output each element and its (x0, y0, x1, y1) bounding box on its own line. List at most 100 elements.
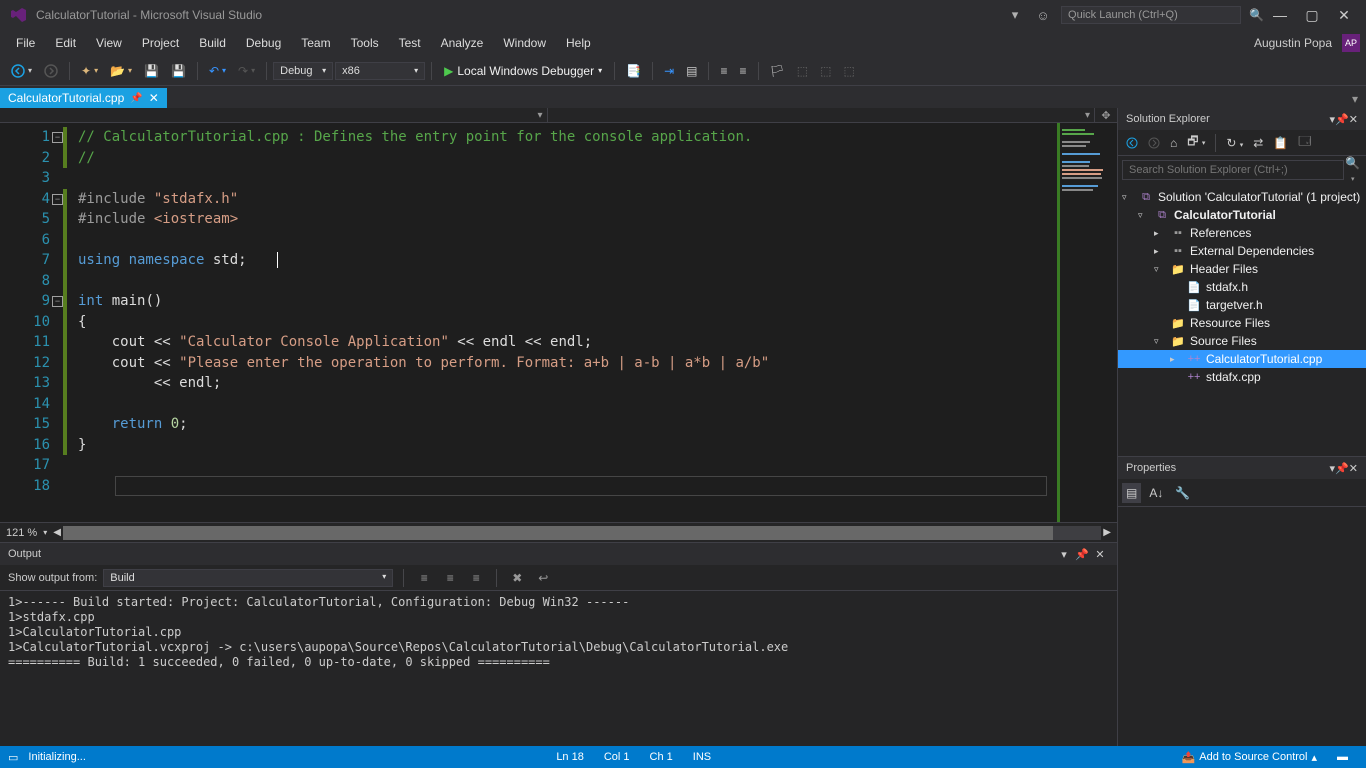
tb-icon-8[interactable]: ⬚ (815, 61, 836, 81)
status-end-icon[interactable]: ▬ (1327, 751, 1358, 763)
menu-debug[interactable]: Debug (236, 32, 291, 54)
tb-icon-4[interactable]: ≡ (715, 61, 732, 81)
code-editor[interactable]: 123456789101112131415161718 −−− // Calcu… (0, 123, 1117, 522)
tree-item[interactable]: 📄stdafx.h (1118, 278, 1366, 296)
search-icon[interactable]: 🔍 (1249, 8, 1264, 22)
maximize-button[interactable]: ▢ (1296, 3, 1328, 27)
se-home-icon[interactable]: ⌂ (1166, 133, 1181, 153)
output-btn-2[interactable]: ≡ (440, 571, 460, 585)
user-avatar[interactable]: AP (1342, 34, 1360, 52)
menu-build[interactable]: Build (189, 32, 236, 54)
status-col: Col 1 (594, 751, 640, 763)
tb-icon-9[interactable]: ⬚ (838, 61, 859, 81)
notifications-icon[interactable]: ▾ (1005, 7, 1025, 23)
se-fwd-icon[interactable] (1144, 134, 1164, 152)
minimap[interactable] (1057, 123, 1117, 522)
scope-dropdown-left[interactable]: ▾ (0, 108, 548, 122)
menu-tools[interactable]: Tools (341, 32, 389, 54)
save-button[interactable]: 💾 (139, 61, 164, 81)
props-wrench-icon[interactable]: 🔧 (1171, 483, 1194, 503)
zoom-level[interactable]: 121 % (6, 527, 37, 539)
tree-item[interactable]: 📁Resource Files (1118, 314, 1366, 332)
menu-analyze[interactable]: Analyze (431, 32, 494, 54)
close-button[interactable]: ✕ (1328, 3, 1360, 27)
menu-project[interactable]: Project (132, 32, 189, 54)
tb-icon-6[interactable]: 🏳 (765, 61, 790, 81)
output-btn-3[interactable]: ≡ (466, 571, 486, 585)
props-alpha-icon[interactable]: A↓ (1145, 483, 1167, 503)
menu-test[interactable]: Test (389, 32, 431, 54)
panel-pin-icon[interactable]: 📌 (1073, 548, 1091, 561)
config-dropdown[interactable]: Debug▾ (273, 62, 333, 80)
zoom-dropdown-icon[interactable]: ▾ (43, 528, 47, 537)
output-clear-icon[interactable]: ✖ (507, 571, 527, 585)
status-anim-icon: ▭ (8, 751, 18, 764)
output-wrap-icon[interactable]: ↩ (533, 571, 553, 585)
source-control-button[interactable]: 📤 Add to Source Control ▴ (1172, 751, 1327, 764)
code-content[interactable]: // CalculatorTutorial.cpp : Defines the … (78, 123, 1057, 522)
se-properties-icon[interactable]: 🗔 (1294, 129, 1315, 156)
menu-view[interactable]: View (86, 32, 132, 54)
save-all-button[interactable]: 💾 (166, 61, 191, 81)
panel-dropdown-icon[interactable]: ▾ (1055, 548, 1073, 561)
se-back-icon[interactable] (1122, 134, 1142, 152)
menu-team[interactable]: Team (291, 32, 340, 54)
split-editor-icon[interactable]: ✥ (1095, 108, 1117, 122)
tree-item[interactable]: 📄targetver.h (1118, 296, 1366, 314)
start-debug-button[interactable]: ▶Local Windows Debugger▾ (438, 62, 608, 80)
output-source-dropdown[interactable]: Build▾ (103, 569, 393, 587)
close-tab-icon[interactable]: ✕ (149, 91, 159, 105)
feedback-icon[interactable]: ☺ (1033, 8, 1053, 23)
open-file-button[interactable]: 📂 ▾ (105, 61, 137, 81)
tree-item[interactable]: ▿⧉CalculatorTutorial (1118, 206, 1366, 224)
horizontal-scrollbar[interactable] (63, 526, 1101, 540)
tb-icon-3[interactable]: ▤ (681, 61, 702, 81)
tree-item[interactable]: ▸▪▪External Dependencies (1118, 242, 1366, 260)
new-project-button[interactable]: ✦ ▾ (76, 61, 103, 81)
props-categorized-icon[interactable]: ▤ (1122, 483, 1141, 503)
menu-window[interactable]: Window (493, 32, 556, 54)
menu-help[interactable]: Help (556, 32, 601, 54)
scroll-left-icon[interactable]: ◀ (53, 527, 61, 538)
props-close-icon[interactable]: ✕ (1349, 462, 1358, 475)
tb-icon-1[interactable]: 📑 (621, 61, 646, 81)
tb-icon-5[interactable]: ≡ (735, 61, 752, 81)
tab-active[interactable]: CalculatorTutorial.cpp 📌 ✕ (0, 88, 167, 108)
tree-item[interactable]: ++stdafx.cpp (1118, 368, 1366, 386)
menu-edit[interactable]: Edit (45, 32, 86, 54)
tab-list-dropdown[interactable]: ▾ (1344, 90, 1366, 108)
se-refresh-icon[interactable]: ↻ ▾ (1222, 133, 1247, 153)
panel-close-icon[interactable]: ✕ (1091, 548, 1109, 561)
output-btn-1[interactable]: ≡ (414, 571, 434, 585)
tree-item[interactable]: ▿⧉Solution 'CalculatorTutorial' (1 proje… (1118, 188, 1366, 206)
scope-dropdown-right[interactable]: ▾ (548, 108, 1096, 122)
user-name[interactable]: Augustin Popa (1248, 36, 1338, 50)
tb-icon-2[interactable]: ⇥ (659, 61, 679, 81)
scroll-right-icon[interactable]: ▶ (1103, 527, 1111, 538)
se-sync-icon[interactable]: 🗗 ▾ (1183, 129, 1209, 156)
redo-button[interactable]: ↷ ▾ (233, 61, 260, 81)
nav-back-button[interactable]: ▾ (6, 61, 37, 81)
properties-grid[interactable] (1118, 507, 1366, 746)
pin-icon[interactable]: 📌 (130, 93, 142, 104)
tree-item[interactable]: ▸▪▪References (1118, 224, 1366, 242)
minimize-button[interactable]: — (1264, 3, 1296, 27)
nav-fwd-button[interactable] (39, 61, 63, 81)
se-pin-icon[interactable]: 📌 (1335, 113, 1349, 126)
platform-dropdown[interactable]: x86▾ (335, 62, 425, 80)
se-close-icon[interactable]: ✕ (1349, 113, 1358, 126)
se-search-icon[interactable]: 🔍 ▾ (1344, 156, 1362, 184)
tree-item[interactable]: ▿📁Header Files (1118, 260, 1366, 278)
quick-launch-input[interactable]: Quick Launch (Ctrl+Q) (1061, 6, 1241, 24)
undo-button[interactable]: ↶ ▾ (204, 61, 231, 81)
solution-tree[interactable]: ▿⧉Solution 'CalculatorTutorial' (1 proje… (1118, 186, 1366, 456)
tree-item[interactable]: ▸++CalculatorTutorial.cpp (1118, 350, 1366, 368)
props-pin-icon[interactable]: 📌 (1335, 462, 1349, 475)
tb-icon-7[interactable]: ⬚ (792, 61, 813, 81)
se-collapse-icon[interactable]: ⇄ (1249, 133, 1267, 153)
se-showall-icon[interactable]: 📋 (1269, 133, 1292, 153)
tree-item[interactable]: ▿📁Source Files (1118, 332, 1366, 350)
menu-file[interactable]: File (6, 32, 45, 54)
se-search-input[interactable] (1122, 160, 1344, 180)
output-text[interactable]: 1>------ Build started: Project: Calcula… (0, 591, 1117, 746)
